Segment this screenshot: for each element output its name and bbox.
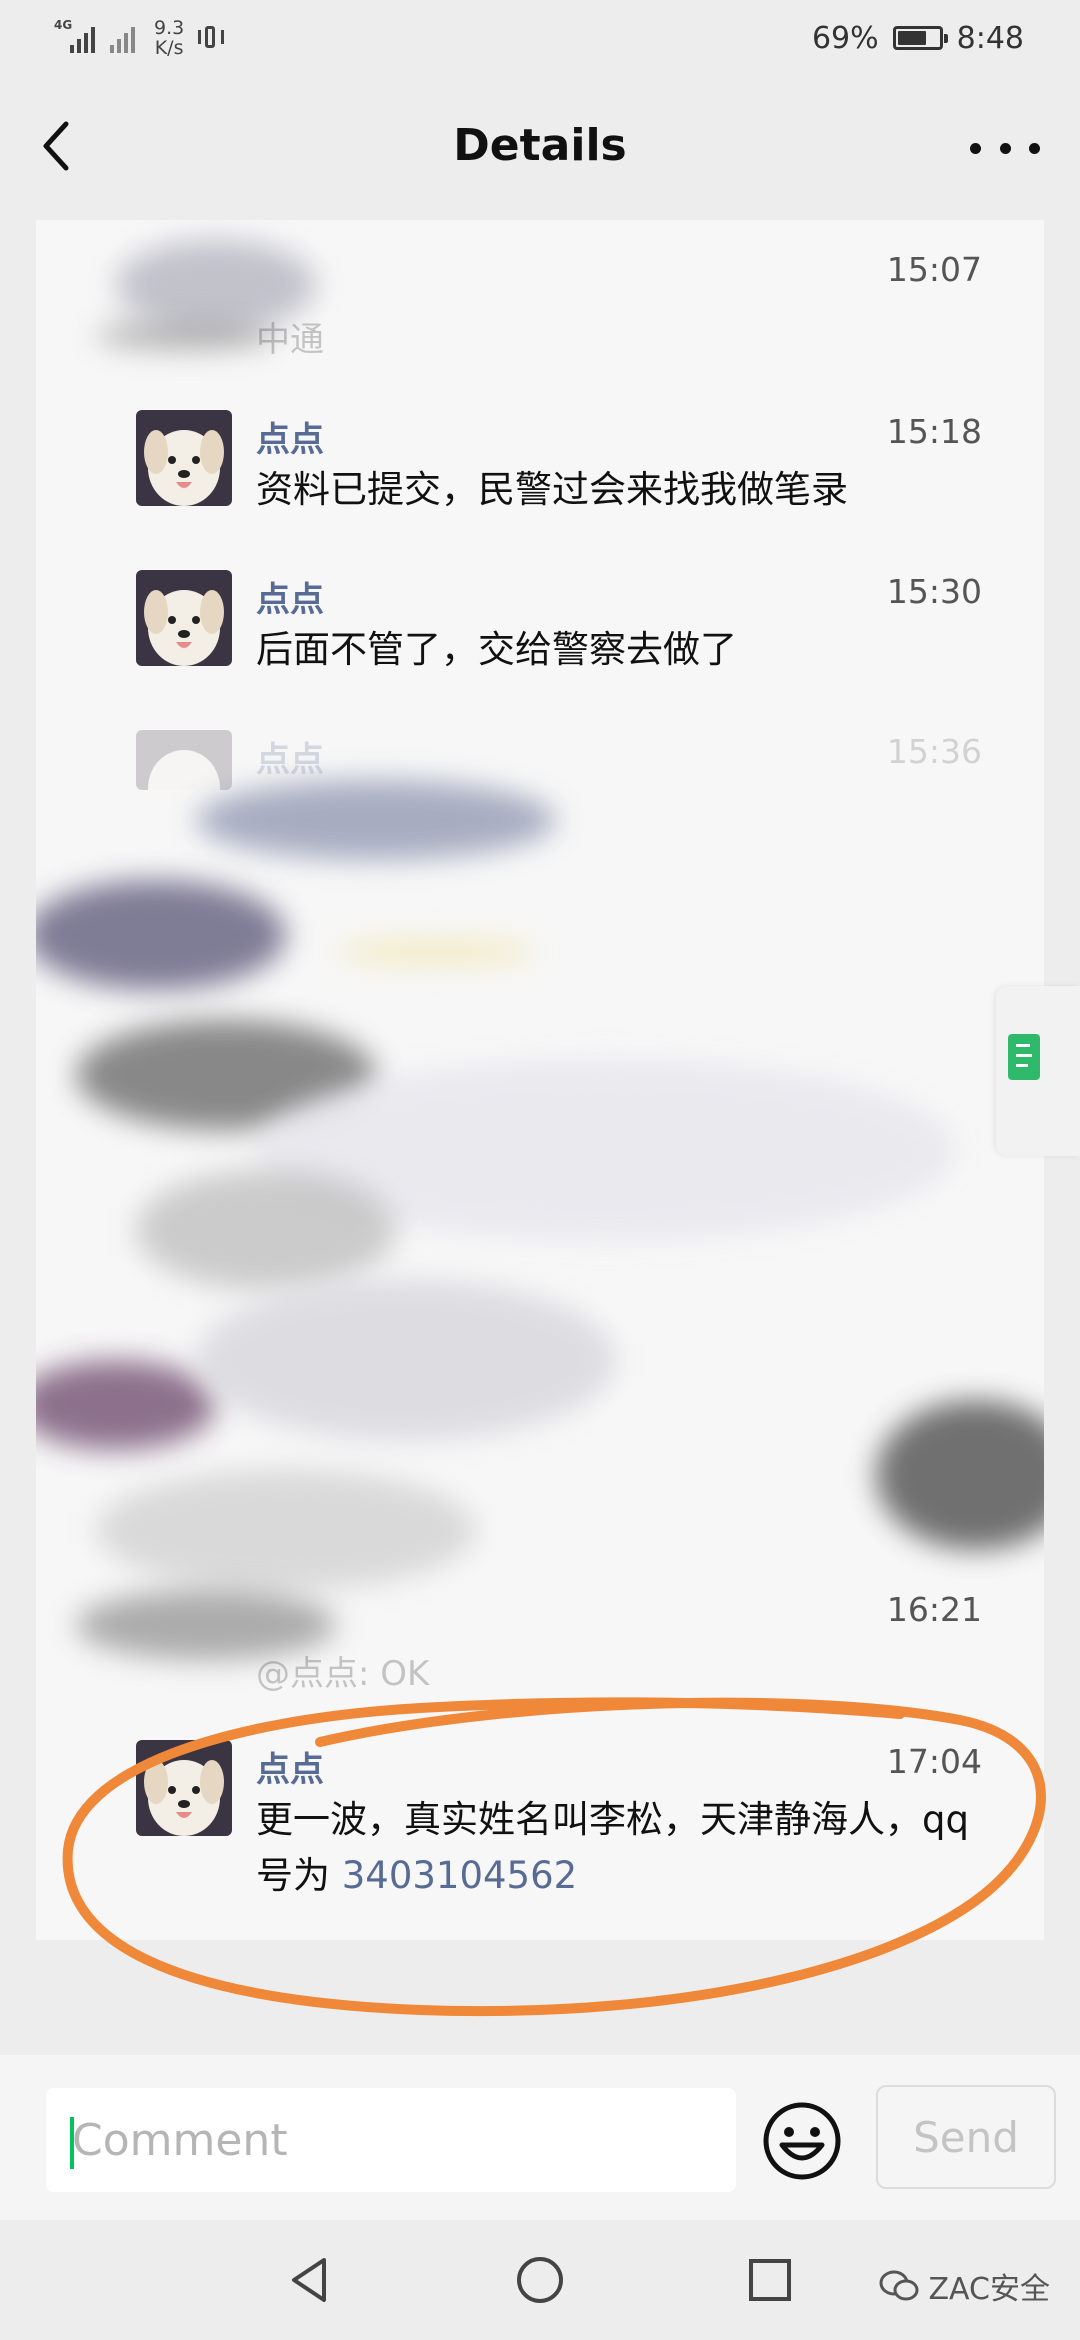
dog-avatar-image xyxy=(136,1740,232,1836)
qq-number-link[interactable]: 3403104562 xyxy=(342,1854,577,1897)
signal-2-icon xyxy=(110,23,140,53)
floating-side-tab[interactable] xyxy=(996,986,1080,1156)
signal-icon: 4G xyxy=(54,19,96,53)
status-left: 4G 9.3 K/s xyxy=(54,18,225,58)
speed-unit: K/s xyxy=(154,37,184,59)
list-item: 16:21 @点点: OK xyxy=(36,1590,1044,1700)
page-title: Details xyxy=(453,120,627,171)
emoji-icon[interactable] xyxy=(760,2099,844,2183)
comment-time: 15:30 xyxy=(886,572,982,611)
avatar[interactable] xyxy=(136,730,232,790)
comment-text: @点点: OK xyxy=(256,1654,430,1694)
more-dots-icon xyxy=(970,142,1040,154)
status-right: 69% 8:48 xyxy=(812,18,1024,58)
status-bar: 4G 9.3 K/s 69% 8:48 xyxy=(0,0,1080,76)
comment-text: 后面不管了，交给警察去做了 xyxy=(256,628,737,671)
comment-time: 15:07 xyxy=(886,250,982,289)
comment-text: 更一波，真实姓名叫李松，天津静海人，qq号为 3403104562 xyxy=(256,1792,996,1904)
avatar[interactable] xyxy=(136,410,232,506)
dog-avatar-image xyxy=(136,730,232,790)
list-item: 点点 15:36 xyxy=(36,730,1044,810)
battery-percent: 69% xyxy=(811,20,879,56)
comment-nickname[interactable]: 点点 xyxy=(256,1742,324,1791)
battery-icon xyxy=(892,26,948,50)
comment-input[interactable] xyxy=(46,2088,736,2192)
send-button[interactable]: Send xyxy=(876,2085,1056,2189)
speed-value: 9.3 xyxy=(154,17,185,39)
clock: 8:48 xyxy=(956,20,1024,56)
comment-text: 资料已提交，民警过会来找我做笔录 xyxy=(256,468,848,511)
avatar[interactable] xyxy=(136,570,232,666)
comment-time: 15:18 xyxy=(886,412,982,451)
document-icon xyxy=(1008,1034,1040,1080)
comment-bar: Send xyxy=(0,2055,1080,2220)
watermark: ZAC安全 xyxy=(879,2264,1051,2308)
nav-home-icon[interactable] xyxy=(510,2250,570,2310)
list-item: 15:07 中通 xyxy=(36,220,1044,390)
comment-time: 15:36 xyxy=(886,732,982,771)
nav-recents-icon[interactable] xyxy=(740,2250,800,2310)
dog-avatar-image xyxy=(136,570,232,666)
list-item: 点点 15:30 后面不管了，交给警察去做了 xyxy=(36,570,1044,720)
system-nav-bar: ZAC安全 xyxy=(0,2220,1080,2340)
comment-nickname[interactable]: 点点 xyxy=(256,412,324,461)
network-tag: 4G xyxy=(54,18,73,32)
title-bar: Details xyxy=(0,76,1080,216)
comment-time: 16:21 xyxy=(886,1590,982,1629)
network-speed: 9.3 K/s xyxy=(154,18,184,58)
comment-feed[interactable]: 15:07 中通 点点 15:18 资料已提交，民警过会来找我做笔录 点点 15… xyxy=(36,220,1044,1940)
list-item: 点点 17:04 更一波，真实姓名叫李松，天津静海人，qq号为 34031045… xyxy=(36,1740,1044,1940)
vibrate-icon xyxy=(198,24,225,52)
wechat-icon xyxy=(879,2270,918,2301)
comment-nickname[interactable]: 点点 xyxy=(256,572,324,621)
nav-back-icon[interactable] xyxy=(280,2250,340,2310)
comment-time: 17:04 xyxy=(886,1742,982,1781)
dog-avatar-image xyxy=(136,410,232,506)
avatar[interactable] xyxy=(136,1740,232,1836)
list-item: 点点 15:18 资料已提交，民警过会来找我做笔录 xyxy=(36,410,1044,560)
comment-text: 中通 xyxy=(256,320,324,360)
text-caret xyxy=(70,2117,74,2169)
watermark-text: ZAC安全 xyxy=(928,2272,1051,2307)
more-button[interactable] xyxy=(970,128,1040,168)
comment-nickname[interactable]: 点点 xyxy=(256,732,324,781)
